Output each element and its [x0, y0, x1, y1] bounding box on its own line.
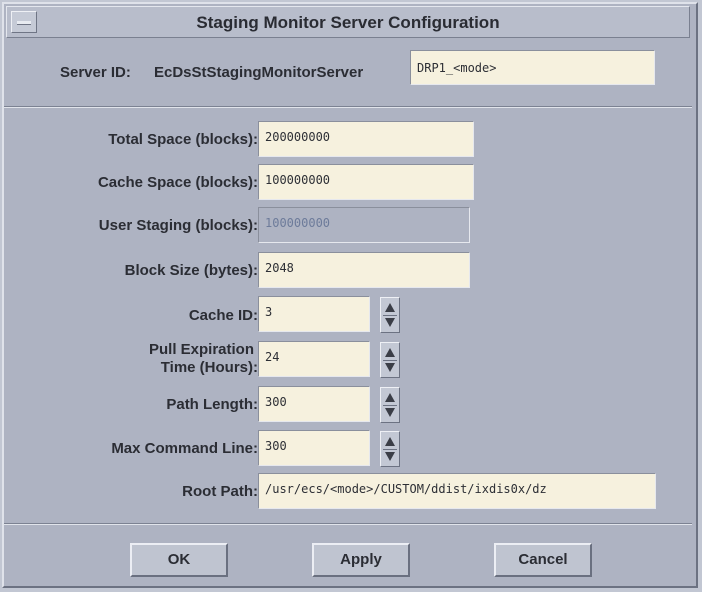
path-length-label: Path Length:	[166, 396, 258, 413]
total-space-field[interactable]: 200000000	[258, 121, 474, 157]
block-size-label: Block Size (bytes):	[124, 262, 258, 279]
up-arrow-icon[interactable]	[385, 393, 395, 402]
max-command-line-spinner[interactable]	[380, 431, 400, 467]
apply-button[interactable]: Apply	[312, 543, 410, 577]
up-arrow-icon[interactable]	[385, 303, 395, 312]
path-length-spinner[interactable]	[380, 387, 400, 423]
ok-button[interactable]: OK	[130, 543, 228, 577]
pull-expiration-label-line2: Time (Hours):	[160, 359, 258, 376]
path-length-field[interactable]: 300	[258, 386, 370, 422]
cache-id-field[interactable]: 3	[258, 296, 370, 332]
max-command-line-label: Max Command Line:	[111, 440, 258, 457]
cancel-button[interactable]: Cancel	[494, 543, 592, 577]
max-command-line-field[interactable]: 300	[258, 430, 370, 466]
title-bar[interactable]: Staging Monitor Server Configuration	[6, 6, 690, 38]
root-path-label: Root Path:	[182, 483, 258, 500]
window-title: Staging Monitor Server Configuration	[196, 13, 500, 32]
pull-expiration-label-line1: Pull Expiration	[148, 341, 254, 358]
user-staging-field: 100000000	[258, 207, 470, 243]
separator-bottom	[4, 523, 692, 525]
up-arrow-icon[interactable]	[385, 437, 395, 446]
up-arrow-icon[interactable]	[385, 348, 395, 357]
cache-id-label: Cache ID:	[188, 307, 258, 324]
server-id-label: Server ID:	[60, 64, 131, 81]
cache-id-spinner[interactable]	[380, 297, 400, 333]
server-id-name: EcDsStStagingMonitorServer	[154, 64, 364, 81]
down-arrow-icon[interactable]	[385, 408, 395, 417]
cache-space-label: Cache Space (blocks):	[97, 174, 258, 191]
user-staging-label: User Staging (blocks):	[98, 217, 258, 234]
pull-expiration-spinner[interactable]	[380, 342, 400, 378]
separator-top	[4, 106, 692, 108]
cache-space-field[interactable]: 100000000	[258, 164, 474, 200]
server-id-field[interactable]: DRP1_<mode>	[410, 50, 655, 85]
pull-expiration-field[interactable]: 24	[258, 341, 370, 377]
down-arrow-icon[interactable]	[385, 318, 395, 327]
down-arrow-icon[interactable]	[385, 363, 395, 372]
total-space-label: Total Space (blocks):	[108, 131, 258, 148]
down-arrow-icon[interactable]	[385, 452, 395, 461]
root-path-field[interactable]: /usr/ecs/<mode>/CUSTOM/ddist/ixdis0x/dz	[258, 473, 656, 509]
block-size-field[interactable]: 2048	[258, 252, 470, 288]
